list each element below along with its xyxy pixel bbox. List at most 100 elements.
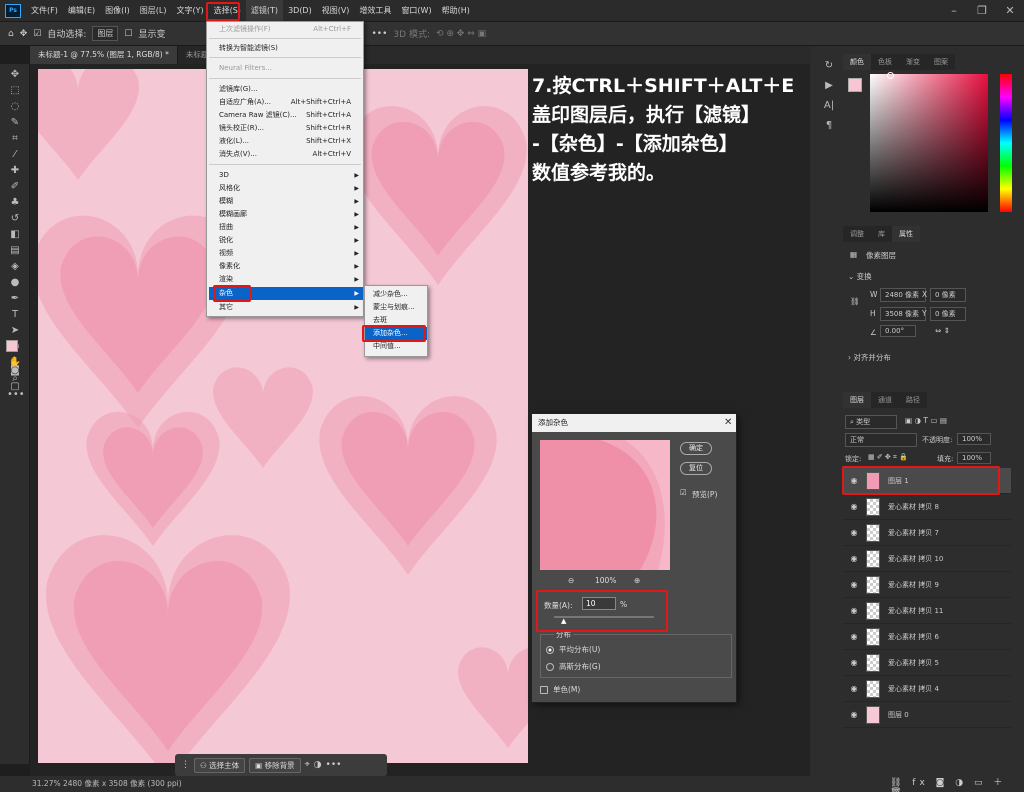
color-picker-ring[interactable] (887, 72, 894, 79)
layer-row-9[interactable]: ◉ 爱心素材 拷贝 4 (843, 676, 1011, 702)
glyphs-icon[interactable]: A| (818, 96, 840, 116)
auto-select-checkbox[interactable]: ☑ (33, 29, 41, 39)
pen-tool-icon[interactable]: ✒ (7, 292, 23, 306)
tab-libraries[interactable]: 库 (871, 226, 892, 242)
menu-item-dust-scratches[interactable]: 蒙尘与划痕... (365, 301, 427, 314)
tab-swatches[interactable]: 色板 (871, 54, 899, 70)
menu-item-filter-gallery[interactable]: 滤镜库(G)... (219, 83, 363, 96)
layer-row-6[interactable]: ◉ 爱心素材 拷贝 11 (843, 598, 1011, 624)
menu-item-last-filter[interactable]: 上次滤镜操作(F) Alt+Ctrl+F (219, 23, 363, 36)
gradient-tool-icon[interactable]: ▤ (7, 244, 23, 258)
blend-mode-select[interactable]: 正常 (845, 433, 917, 447)
tab-patterns[interactable]: 图案 (927, 54, 955, 70)
eye-icon[interactable]: ◉ (847, 632, 861, 641)
healing-brush-icon[interactable]: ✚ (7, 164, 23, 178)
eye-icon[interactable]: ◉ (847, 528, 861, 537)
menu-item-3d[interactable]: 3D ▶ (219, 169, 363, 182)
menu-window[interactable]: 窗口(W) (396, 0, 436, 22)
lasso-tool-icon[interactable]: ◌ (7, 100, 23, 114)
menu-item-vanishing-point[interactable]: 消失点(V)... Alt+Ctrl+V (219, 148, 363, 161)
reset-button[interactable]: 复位 (680, 462, 712, 475)
menu-item-camera-raw[interactable]: Camera Raw 滤镜(C)... Shift+Ctrl+A (219, 109, 363, 122)
eye-icon[interactable]: ◉ (847, 710, 861, 719)
drag-handle-icon[interactable]: ⋮ (181, 760, 190, 770)
adjust-icon[interactable]: ◑ (314, 760, 322, 770)
layer-row-5[interactable]: ◉ 爱心素材 拷贝 9 (843, 572, 1011, 598)
tab-paths[interactable]: 路径 (899, 392, 927, 408)
show-transform-checkbox[interactable]: ☐ (124, 29, 132, 39)
paragraph-icon[interactable]: ¶ (818, 116, 840, 136)
noise-preview[interactable] (540, 440, 670, 570)
menu-plugins[interactable]: 增效工具 (354, 0, 396, 22)
transform-icon[interactable]: ⌖ (305, 760, 310, 770)
restore-icon[interactable]: ❐ (968, 0, 996, 22)
actions-icon[interactable]: ▶ (818, 76, 840, 96)
tab-document-1[interactable]: 未标题-1 @ 77.5% (图层 1, RGB/8) * (30, 46, 178, 64)
menu-item-neural-filters[interactable]: Neural Filters... (219, 62, 363, 75)
history-brush-icon[interactable]: ↺ (7, 212, 23, 226)
select-subject-button[interactable]: ⚇ 选择主体 (194, 757, 246, 773)
layer-row-8[interactable]: ◉ 爱心素材 拷贝 5 (843, 650, 1011, 676)
eye-icon[interactable]: ◉ (847, 684, 861, 693)
menu-item-reduce-noise[interactable]: 减少杂色... (365, 288, 427, 301)
quick-mask-icon[interactable]: ◙ (7, 364, 23, 378)
tab-color[interactable]: 颜色 (843, 54, 871, 70)
move-tool-icon[interactable]: ✥ (7, 68, 23, 82)
tab-adjustments[interactable]: 调整 (843, 226, 871, 242)
zoom-out-icon[interactable]: ⊖ (568, 576, 574, 585)
menu-item-blur-gallery[interactable]: 模糊画廊 ▶ (219, 208, 363, 221)
fill-field[interactable]: 100% (957, 452, 991, 464)
blur-tool-icon[interactable]: ◈ (7, 260, 23, 274)
3d-orbit-icon[interactable]: ⟲ ⊕ ✥ ⇔ ▣ (436, 29, 486, 39)
menu-item-video[interactable]: 视频 ▶ (219, 247, 363, 260)
minimize-icon[interactable]: – (940, 0, 968, 22)
eye-icon[interactable]: ◉ (847, 554, 861, 563)
color-field[interactable] (870, 74, 988, 212)
menu-item-other[interactable]: 其它 ▶ (219, 301, 363, 314)
opacity-field[interactable]: 100% (957, 433, 991, 445)
layer-filter-select[interactable]: ⌕ 类型 (845, 415, 897, 429)
menu-filter[interactable]: 滤镜(T) (245, 0, 284, 22)
menu-help[interactable]: 帮助(H) (437, 0, 475, 22)
tab-gradients[interactable]: 渐变 (899, 54, 927, 70)
panel-foreground-swatch[interactable] (848, 78, 862, 92)
menu-item-distort[interactable]: 扭曲 ▶ (219, 221, 363, 234)
angle-field[interactable]: 0.00° (880, 325, 916, 337)
quick-select-icon[interactable]: ✎ (7, 116, 23, 130)
eye-icon[interactable]: ◉ (847, 580, 861, 589)
eye-icon[interactable]: ◉ (847, 658, 861, 667)
link-icon[interactable]: ⛓ (850, 297, 860, 306)
align-section-header[interactable]: › 对齐并分布 (848, 352, 891, 363)
crop-tool-icon[interactable]: ⌗ (7, 132, 23, 146)
tab-channels[interactable]: 通道 (871, 392, 899, 408)
auto-select-target[interactable]: 图层 (92, 26, 119, 41)
eye-icon[interactable]: ◉ (847, 502, 861, 511)
zoom-in-icon[interactable]: ⊕ (634, 576, 640, 585)
layer-filter-icons[interactable]: ▣ ◑ T ▭ ▤ (905, 416, 947, 425)
dialog-close-icon[interactable]: ✕ (724, 417, 732, 428)
ok-button[interactable]: 确定 (680, 442, 712, 455)
layer-footer-icons[interactable]: ⛓ fx ◙ ◑ ▭ ＋ 🗑 (890, 775, 1024, 792)
menu-item-pixelate[interactable]: 像素化 ▶ (219, 260, 363, 273)
more-icon[interactable]: ••• (326, 760, 342, 770)
lock-icons[interactable]: ▦ ✐ ✥ ⌗ 🔒 (868, 453, 908, 462)
x-field[interactable]: 0 像素 (930, 288, 966, 302)
tab-layers[interactable]: 图层 (843, 392, 871, 408)
home-icon[interactable]: ⌂ (8, 29, 14, 39)
menu-item-adaptive-wide[interactable]: 自适应广角(A)... Alt+Shift+Ctrl+A (219, 96, 363, 109)
menu-layer[interactable]: 图层(L) (135, 0, 172, 22)
menu-item-liquify[interactable]: 液化(L)... Shift+Ctrl+X (219, 135, 363, 148)
layer-row-3[interactable]: ◉ 爱心素材 拷贝 7 (843, 520, 1011, 546)
menu-item-stylize[interactable]: 风格化 ▶ (219, 182, 363, 195)
height-field[interactable]: 3508 像素 (880, 307, 926, 321)
menu-item-lens-correction[interactable]: 镜头校正(R)... Shift+Ctrl+R (219, 122, 363, 135)
close-window-icon[interactable]: ✕ (996, 0, 1024, 22)
eye-icon[interactable]: ◉ (847, 606, 861, 615)
preview-checkbox[interactable]: ☑ (680, 488, 687, 497)
layer-row-2[interactable]: ◉ 爱心素材 拷贝 8 (843, 494, 1011, 520)
menu-type[interactable]: 文字(Y) (171, 0, 208, 22)
flip-icons[interactable]: ⇔ ⇕ (935, 326, 950, 335)
menu-file[interactable]: 文件(F) (26, 0, 63, 22)
monochromatic-checkbox[interactable]: 单色(M) (540, 684, 580, 695)
layer-row-10[interactable]: ◉ 图层 0 (843, 702, 1011, 728)
